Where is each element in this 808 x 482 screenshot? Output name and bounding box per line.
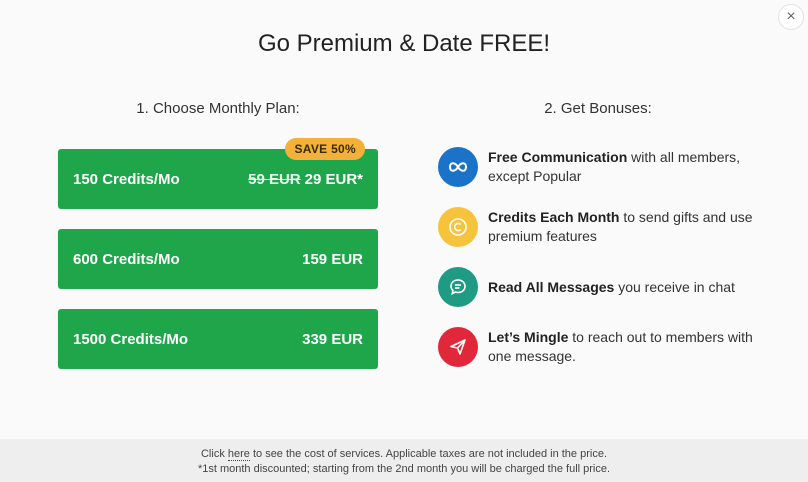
plan-label: 600 Credits/Mo: [73, 250, 180, 268]
footer-line-2: *1st month discounted; starting from the…: [197, 463, 611, 475]
plan-price: 59 EUR 29 EUR*: [248, 171, 363, 188]
plan-600-button[interactable]: 600 Credits/Mo 159 EUR: [58, 229, 378, 289]
footer-disclaimer: Click here to see the cost of services. …: [0, 439, 808, 482]
current-price: 339 EUR: [302, 330, 363, 348]
bonus-text: Let’s Mingle to reach out to members wit…: [488, 329, 753, 364]
page-title: Go Premium & Date FREE!: [257, 30, 551, 57]
current-price: 29 EUR*: [304, 170, 363, 188]
premium-modal: × Go Premium & Date FREE! 1. Choose Mont…: [0, 0, 808, 482]
infinity-icon: [438, 147, 478, 187]
coin-icon: [438, 207, 478, 247]
bonus-credits-each-month: Credits Each Month to send gifts and use…: [438, 207, 778, 247]
current-price: 159 EUR: [302, 250, 363, 268]
close-button[interactable]: ×: [778, 4, 804, 30]
plan-150-button[interactable]: SAVE 50% 150 Credits/Mo 59 EUR 29 EUR*: [58, 138, 378, 209]
plans-heading: 1. Choose Monthly Plan:: [136, 100, 300, 117]
close-icon: ×: [786, 8, 796, 25]
bonus-free-communication: Free Communication with all members, exc…: [438, 147, 778, 187]
footer-line-1: Click here to see the cost of services. …: [200, 448, 607, 461]
plan-1500-button[interactable]: 1500 Credits/Mo 339 EUR: [58, 309, 378, 369]
plan-price: 159 EUR: [302, 251, 363, 268]
bonus-text: Read All Messages you receive in chat: [488, 278, 735, 295]
plan-price: 339 EUR: [302, 331, 363, 348]
plan-label: 1500 Credits/Mo: [73, 330, 189, 348]
bonus-text: Credits Each Month to send gifts and use…: [488, 209, 753, 244]
chat-icon: [438, 267, 478, 307]
services-cost-link[interactable]: here: [227, 448, 250, 461]
old-price: 59 EUR: [248, 170, 301, 188]
send-icon: [438, 327, 478, 367]
bonuses-heading: 2. Get Bonuses:: [544, 100, 652, 117]
plan-label: 150 Credits/Mo: [73, 170, 180, 188]
bonus-text: Free Communication with all members, exc…: [488, 149, 741, 184]
bonus-read-all-messages: Read All Messages you receive in chat: [438, 267, 778, 307]
save-badge: SAVE 50%: [285, 138, 365, 160]
bonus-lets-mingle: Let’s Mingle to reach out to members wit…: [438, 327, 778, 367]
